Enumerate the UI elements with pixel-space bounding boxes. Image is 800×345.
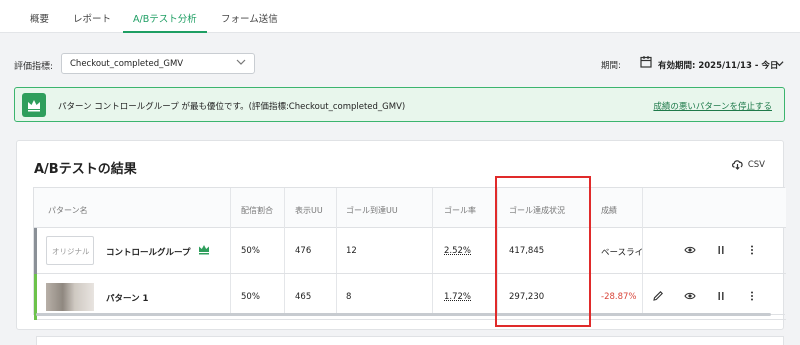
thumbnail-original[interactable]: オリジナル: [46, 236, 94, 265]
banner-message: パターン コントロールグループ が最も優位です。(評価指標:Checkout_c…: [58, 102, 406, 112]
next-card: [36, 336, 784, 345]
col-goal-rate: ゴール率: [444, 206, 476, 215]
col-uu: 表示UU: [295, 206, 323, 215]
result-value: ベースライ: [601, 248, 644, 258]
goal-rate-value[interactable]: 1.72%: [444, 292, 471, 302]
pencil-icon[interactable]: [652, 290, 664, 302]
metric-select-value: Checkout_completed_GMV: [70, 59, 184, 69]
thumbnail-pattern[interactable]: [46, 283, 94, 311]
share-value: 50%: [241, 246, 260, 256]
results-card: A/Bテストの結果 CSV パターン名 配信割合 表示UU ゴール到達UU ゴー…: [16, 140, 786, 330]
chevron-down-icon[interactable]: [775, 59, 784, 68]
goal-uu-value: 8: [346, 292, 352, 302]
tab-ab-test[interactable]: A/Bテスト分析: [123, 11, 207, 33]
goal-rate-value[interactable]: 2.52%: [444, 246, 471, 256]
share-value: 50%: [241, 292, 260, 302]
col-pattern-name: パターン名: [48, 206, 88, 215]
winner-banner: パターン コントロールグループ が最も優位です。(評価指標:Checkout_c…: [14, 87, 785, 122]
col-share: 配信割合: [241, 206, 273, 215]
eye-icon[interactable]: [684, 290, 696, 302]
period-select[interactable]: 有効期間: 2025/11/13 - 今日: [658, 59, 778, 71]
uu-value: 465: [295, 292, 312, 302]
highlight-box: [495, 176, 591, 327]
pattern-name: パターン 1: [106, 294, 149, 304]
crown-badge: [22, 93, 46, 117]
tab-bar: 概要 レポート A/Bテスト分析 フォーム送信: [0, 0, 800, 33]
col-goal-uu: ゴール到達UU: [346, 206, 398, 215]
result-value: -28.87%: [601, 292, 637, 302]
results-title: A/Bテストの結果: [34, 162, 137, 177]
row-marker: [34, 228, 37, 274]
cloud-download-icon[interactable]: [731, 158, 744, 170]
more-vertical-icon[interactable]: [746, 244, 758, 256]
tab-report[interactable]: レポート: [73, 11, 111, 33]
tab-form-submit[interactable]: フォーム送信: [221, 11, 278, 33]
pause-icon[interactable]: [715, 244, 727, 256]
goal-uu-value: 12: [346, 246, 357, 256]
period-label: 期間:: [601, 61, 621, 71]
uu-value: 476: [295, 246, 312, 256]
eye-icon[interactable]: [684, 244, 696, 256]
pattern-name: コントロールグループ: [106, 248, 191, 258]
results-table: パターン名 配信割合 表示UU ゴール到達UU ゴール率 ゴール達成状況 成績 …: [33, 187, 786, 320]
table-header: パターン名 配信割合 表示UU ゴール到達UU ゴール率 ゴール達成状況 成績: [34, 188, 786, 228]
tab-overview[interactable]: 概要: [30, 11, 49, 33]
pause-icon[interactable]: [715, 290, 727, 302]
csv-download-button[interactable]: CSV: [748, 160, 765, 170]
horizontal-scrollbar[interactable]: [36, 313, 771, 316]
metric-select[interactable]: Checkout_completed_GMV: [61, 53, 255, 74]
calendar-icon: [640, 56, 652, 68]
crown-icon: [199, 245, 209, 255]
metric-label: 評価指標:: [14, 62, 54, 72]
crown-icon: [28, 100, 40, 112]
table-row: オリジナル コントロールグループ 50% 476 12 2.52% 417,84…: [34, 228, 786, 274]
stop-poor-patterns-link[interactable]: 成績の悪いパターンを停止する: [653, 100, 772, 112]
col-result: 成績: [601, 206, 617, 215]
original-label: オリジナル: [52, 247, 90, 256]
chevron-down-icon: [236, 59, 246, 65]
more-vertical-icon[interactable]: [746, 290, 758, 302]
